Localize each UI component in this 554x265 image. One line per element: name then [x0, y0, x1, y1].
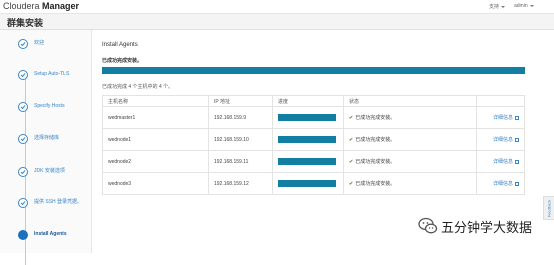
section-title: Install Agents: [102, 42, 138, 48]
status-text: 已成功完成安装。: [355, 159, 396, 165]
external-link-icon: [515, 159, 519, 164]
step-label: 选择存储库: [34, 135, 60, 141]
details-link[interactable]: 详细信息: [493, 181, 519, 187]
step-specify-hosts[interactable]: Specify Hosts: [18, 102, 88, 116]
check-icon: [18, 134, 28, 144]
details-link-label: 详细信息: [492, 159, 513, 165]
column-header: 主机名称: [102, 95, 209, 107]
details-link-label: 详细信息: [492, 181, 513, 187]
host-name: wednode2: [102, 150, 209, 173]
host-status: ✔ 已成功完成安装。: [343, 128, 477, 151]
watermark: 五分钟学大数据: [418, 214, 548, 240]
status-text: 已成功完成安装。: [355, 181, 396, 187]
success-check-icon: ✔: [349, 137, 354, 143]
wechat-icon: [418, 217, 438, 234]
success-check-icon: ✔: [349, 115, 354, 121]
brand-logo[interactable]: Cloudera Manager: [3, 1, 79, 11]
host-progress-bar: [278, 158, 336, 165]
chevron-down-icon: [501, 5, 506, 8]
column-header: IP 地址: [208, 95, 273, 107]
host-progress-bar: [278, 114, 336, 121]
column-header: [476, 95, 525, 107]
table-row: wednode2 192.168.159.11 ✔ 已成功完成安装。 详细信息: [102, 150, 525, 173]
host-name: wedmaster1: [102, 106, 209, 129]
status-text: 已成功完成安装。: [355, 115, 396, 121]
step-install-agents[interactable]: Install Agents: [18, 230, 88, 244]
watermark-text: 五分钟学大数据: [441, 220, 533, 235]
page-title: 群集安装: [7, 18, 44, 28]
chevron-down-icon: [529, 4, 534, 7]
step-jdk-options[interactable]: JDK 安装选项: [18, 167, 88, 181]
host-status: ✔ 已成功完成安装。: [343, 172, 477, 195]
table-header-row: 主机名称 IP 地址 进度 状态: [102, 95, 525, 107]
step-label: Setup Auto-TLS: [34, 71, 70, 77]
step-label: 欢迎: [34, 40, 45, 46]
host-ip: 192.168.159.12: [208, 172, 273, 195]
brand-suffix: Manager: [42, 1, 80, 11]
host-progress: [272, 106, 344, 129]
check-icon: [18, 167, 28, 177]
brand-prefix: Cloudera: [3, 1, 40, 11]
user-menu[interactable]: admin: [514, 3, 534, 9]
external-link-icon: [515, 115, 519, 120]
current-step-icon: [18, 230, 28, 240]
host-progress: [272, 128, 344, 151]
check-icon: [18, 70, 28, 80]
table-row: wedmaster1 192.168.159.9 ✔ 已成功完成安装。 详细信息: [102, 106, 525, 129]
host-ip: 192.168.159.10: [208, 128, 273, 151]
user-menu-label: admin: [514, 3, 528, 9]
top-navbar: Cloudera Manager 支持 admin: [0, 0, 554, 14]
status-text: 已成功完成安装。: [355, 137, 396, 143]
host-progress: [272, 172, 344, 195]
details-link-label: 详细信息: [492, 115, 513, 121]
support-menu-label: 支持: [489, 4, 500, 10]
success-check-icon: ✔: [349, 159, 354, 165]
step-label: Install Agents: [34, 231, 67, 237]
details-cell: 详细信息: [476, 106, 525, 129]
host-progress-bar: [278, 180, 336, 187]
column-header: 进度: [272, 95, 344, 107]
wizard-steps-sidebar: 欢迎 Setup Auto-TLS Specify Hosts 选择存储库 JD…: [0, 30, 92, 265]
check-icon: [18, 39, 28, 49]
hosts-table: 主机名称 IP 地址 进度 状态 wedmaster1 192.168.159.…: [102, 95, 525, 195]
step-welcome[interactable]: 欢迎: [18, 39, 88, 53]
external-link-icon: [515, 181, 519, 186]
details-cell: 详细信息: [476, 150, 525, 173]
external-link-icon: [515, 137, 519, 142]
page-header: 群集安装: [0, 14, 554, 30]
column-header: 状态: [343, 95, 477, 107]
step-label: 提供 SSH 登录凭据。: [34, 199, 83, 205]
host-ip: 192.168.159.9: [208, 106, 273, 129]
table-row: wednode3 192.168.159.12 ✔ 已成功完成安装。 详细信息: [102, 172, 525, 195]
host-status: ✔ 已成功完成安装。: [343, 150, 477, 173]
table-row: wednode1 192.168.159.10 ✔ 已成功完成安装。 详细信息: [102, 128, 525, 151]
overall-progress-fill: [102, 67, 525, 74]
details-cell: 详细信息: [476, 128, 525, 151]
step-setup-auto-tls[interactable]: Setup Auto-TLS: [18, 70, 88, 84]
host-progress: [272, 150, 344, 173]
check-icon: [18, 102, 28, 112]
host-name: wednode1: [102, 128, 209, 151]
step-label: Specify Hosts: [34, 103, 65, 109]
overall-progress-bar: [102, 67, 525, 74]
details-link[interactable]: 详细信息: [493, 159, 519, 165]
details-link[interactable]: 详细信息: [493, 137, 519, 143]
install-summary: 已成功完成 4 个主机中的 4 个。: [102, 84, 174, 90]
details-link-label: 详细信息: [492, 137, 513, 143]
support-menu[interactable]: 支持: [489, 3, 506, 10]
success-check-icon: ✔: [349, 181, 354, 187]
step-label: JDK 安装选项: [34, 168, 65, 174]
details-cell: 详细信息: [476, 172, 525, 195]
host-ip: 192.168.159.11: [208, 150, 273, 173]
step-ssh-credentials[interactable]: 提供 SSH 登录凭据。: [18, 198, 88, 216]
check-icon: [18, 198, 28, 208]
host-progress-bar: [278, 136, 336, 143]
host-name: wednode3: [102, 172, 209, 195]
step-select-repository[interactable]: 选择存储库: [18, 134, 88, 148]
install-status-text: 已成功完成安装。: [102, 58, 143, 64]
details-link[interactable]: 详细信息: [493, 115, 519, 121]
host-status: ✔ 已成功完成安装。: [343, 106, 477, 129]
